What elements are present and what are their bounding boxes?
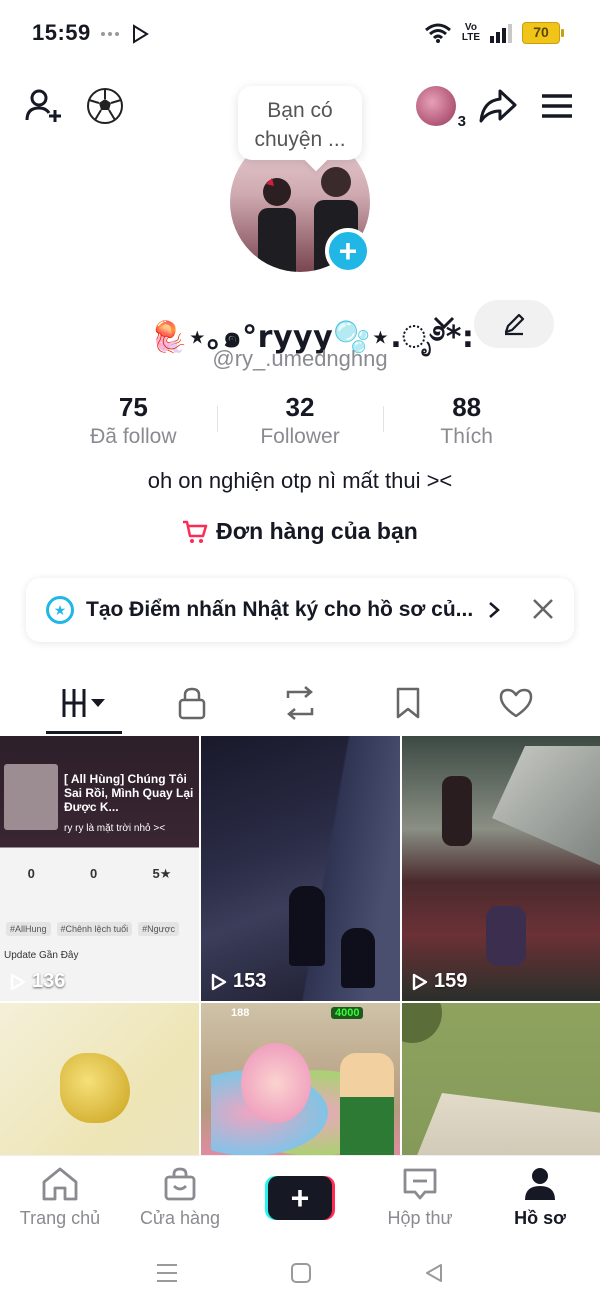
game-hud-score: 4000 [331,1007,364,1019]
add-friend-icon[interactable] [24,86,64,126]
story-stat: 5★ [152,866,172,881]
status-time: 15:59 [32,20,91,45]
chevron-right-icon [489,602,500,618]
volte-indicator: Vo LTE [461,22,480,43]
create-button[interactable]: + [265,1176,335,1220]
play-icon [412,973,428,990]
video-tile[interactable]: 188 4000 [201,1003,400,1156]
tab-videos[interactable] [30,672,138,734]
video-grid-icon [62,689,105,717]
story-update-label: Update Gần Đây [4,950,79,961]
home-icon [42,1167,78,1201]
story-title: [ All Hùng] Chúng Tôi Sai Rồi, Mình Quay… [64,772,194,814]
orders-link[interactable]: Đơn hàng của bạn [0,518,600,545]
signal-icon [490,24,512,43]
nav-create[interactable]: + [240,1156,360,1237]
play-icon [10,973,26,990]
edit-profile-button[interactable] [474,300,554,348]
close-icon[interactable] [530,596,556,622]
shopping-bag-icon [164,1167,196,1201]
play-icon [211,973,227,990]
tab-saved[interactable] [354,672,462,734]
nav-inbox[interactable]: Hộp thư [360,1156,480,1237]
stat-followers[interactable]: 32 Follower [216,392,384,452]
pencil-icon [504,313,525,336]
username: @ry_.umednghng [212,346,388,371]
menu-icon[interactable] [540,92,574,120]
stat-likes[interactable]: 88 Thích [383,392,550,452]
stat-following[interactable]: 75 Đã follow [50,392,217,452]
nav-home[interactable]: Trang chủ [0,1156,120,1237]
story-count: 3 [457,113,466,130]
profile-bio: oh on nghiện otp nì mất thui >< [147,468,453,493]
highlights-banner[interactable]: ★ Tạo Điểm nhấn Nhật ký cho hồ sơ củ... [26,578,574,642]
star-badge-icon: ★ [46,596,74,624]
view-count: 159 [412,970,467,993]
note-bubble[interactable]: Bạn có chuyện ... [238,86,362,160]
bottom-navigation: Trang chủ Cửa hàng + Hộp thư Hồ sơ [0,1155,600,1237]
tab-reposts[interactable] [246,672,354,734]
video-tile[interactable] [0,1003,199,1156]
home-button-icon[interactable] [290,1262,312,1284]
story-tag: #AllHung [6,922,51,936]
video-tile[interactable] [402,1003,600,1156]
wifi-icon [424,23,451,43]
plus-icon: + [268,1176,332,1220]
view-count: 136 [10,970,65,993]
story-tag: #Chênh lệch tuổi [56,922,133,936]
story-stat: 0 [27,866,35,881]
story-avatar[interactable]: 3 [416,86,466,130]
tab-liked[interactable] [462,672,570,734]
play-store-icon [133,24,149,44]
orders-label: Đơn hàng của bạn [216,518,418,544]
share-icon[interactable] [478,87,518,125]
banner-text: Tạo Điểm nhấn Nhật ký cho hồ sơ củ... [86,598,474,621]
profile-stats: 75 Đã follow 32 Follower 88 Thích [50,392,550,452]
tab-private[interactable] [138,672,246,734]
system-navigation [0,1237,600,1308]
repost-icon [286,686,314,720]
avatar-person-left [258,178,296,272]
notification-dots-icon [101,32,119,36]
recent-apps-icon[interactable] [155,1262,179,1284]
story-tag: #Ngược [138,922,180,936]
shopping-cart-icon [183,520,208,543]
add-story-button[interactable]: + [325,228,371,274]
inbox-icon [403,1168,437,1200]
story-cover-thumbnail [4,764,58,830]
heart-icon [499,688,533,718]
profile-icon [525,1168,555,1200]
video-tile[interactable]: 153 [201,736,400,1001]
bookmark-icon [396,687,420,719]
back-icon[interactable] [423,1262,445,1284]
battery-indicator: 70 [522,22,564,44]
story-stat: 0 [90,866,98,881]
soccer-ball-icon[interactable] [86,87,124,125]
video-tile[interactable]: 159 [402,736,600,1001]
game-hud-coins: 188 [231,1007,250,1019]
view-count: 153 [211,970,266,993]
video-grid: [ All Hùng] Chúng Tôi Sai Rồi, Mình Quay… [0,736,600,1156]
video-tile[interactable]: [ All Hùng] Chúng Tôi Sai Rồi, Mình Quay… [0,736,199,1001]
profile-tabs [30,672,570,734]
story-caption: ry ry là mặt trời nhỏ >< [64,823,166,834]
status-bar: 15:59 Vo LTE 70 [0,0,600,68]
nav-shop[interactable]: Cửa hàng [120,1156,240,1237]
lock-icon [178,687,206,720]
nav-profile[interactable]: Hồ sơ [480,1156,600,1237]
chevron-down-icon[interactable] [432,312,456,332]
